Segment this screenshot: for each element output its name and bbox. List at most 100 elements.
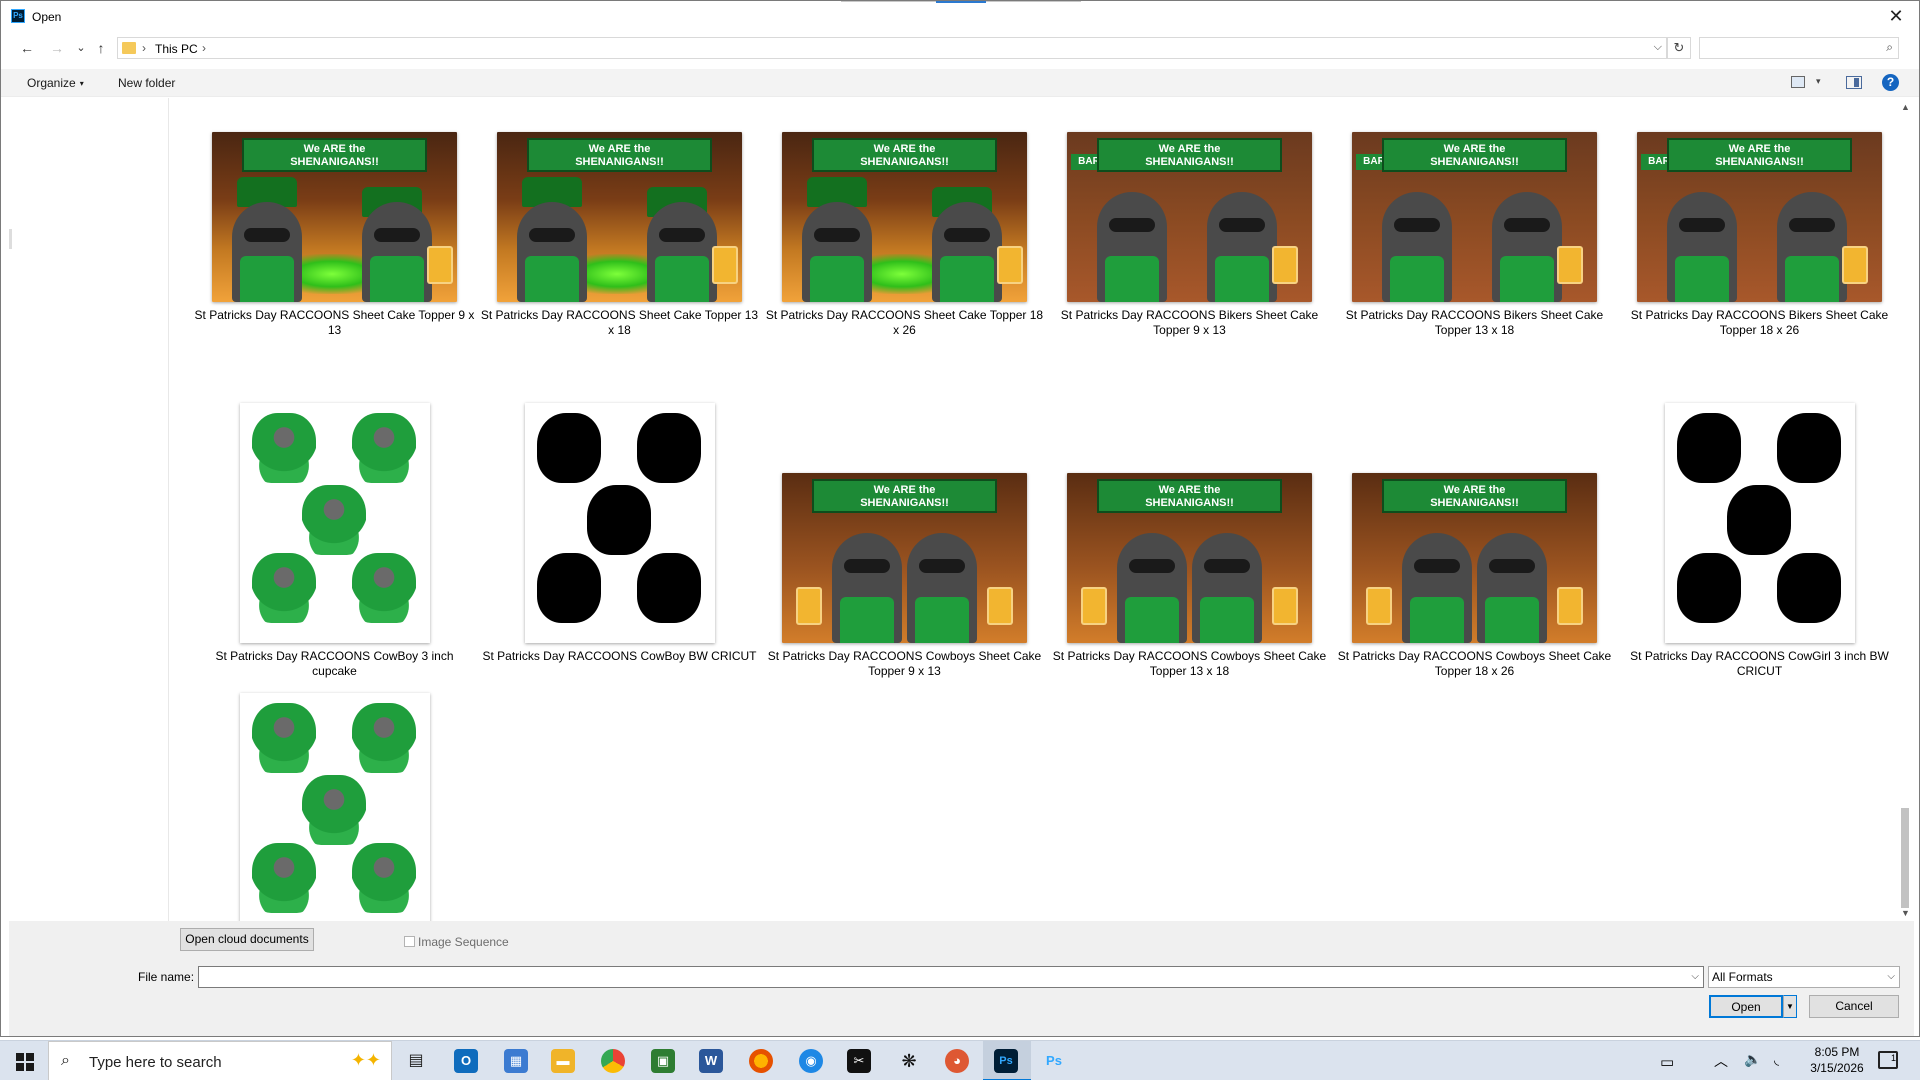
word-icon[interactable]: W bbox=[699, 1049, 723, 1073]
taskbar-search[interactable]: ⌕ Type here to search ✦✦ bbox=[48, 1041, 392, 1080]
volume-icon[interactable]: 🔈 bbox=[1744, 1051, 1761, 1080]
dialog-footer: Open cloud documents Image Sequence File… bbox=[9, 921, 1914, 1036]
file-thumbnail[interactable] bbox=[192, 693, 477, 921]
banner-line-1: We ARE the bbox=[1158, 143, 1221, 155]
search-icon[interactable]: ⌕ bbox=[1886, 40, 1893, 55]
search-box[interactable]: ⌕ bbox=[1699, 37, 1899, 59]
open-options-chevron-icon[interactable]: ▼ bbox=[1783, 995, 1797, 1018]
file-name-label[interactable]: St Patricks Day RACCOONS Bikers Sheet Ca… bbox=[1332, 308, 1617, 338]
file-thumbnail[interactable]: BAR We ARE the SHENANIGANS!! bbox=[1332, 116, 1617, 302]
duckduckgo-icon[interactable]: ◕ bbox=[945, 1049, 969, 1073]
scroll-down-icon[interactable]: ▼ bbox=[1901, 908, 1910, 918]
thumbnail-image: We ARE the SHENANIGANS!! bbox=[212, 132, 457, 302]
file-format-select[interactable]: All Formats ⌵ bbox=[1708, 966, 1900, 988]
file-thumbnail[interactable]: We ARE the SHENANIGANS!! bbox=[477, 116, 762, 302]
photoshop-secondary-icon[interactable]: Ps bbox=[1042, 1049, 1066, 1073]
file-explorer-icon[interactable]: ▬ bbox=[551, 1049, 575, 1073]
close-button[interactable]: ✕ bbox=[1873, 1, 1919, 31]
breadcrumb-chevron-icon[interactable]: › bbox=[202, 41, 206, 55]
firefox-icon[interactable] bbox=[749, 1049, 773, 1073]
news-widget-icon[interactable]: ▭ bbox=[1660, 1053, 1674, 1080]
help-button[interactable]: ? bbox=[1882, 74, 1899, 91]
chatgpt-icon[interactable]: ❋ bbox=[897, 1049, 921, 1073]
system-clock[interactable]: 8:05 PM 3/15/2026 bbox=[1792, 1044, 1882, 1076]
refresh-button[interactable]: ↻ bbox=[1667, 37, 1691, 59]
show-hidden-icons-chevron-icon[interactable]: ︿ bbox=[1714, 1051, 1728, 1080]
breadcrumb-separator-icon[interactable]: › bbox=[142, 41, 146, 55]
view-options-chevron-icon[interactable]: ▾ bbox=[1816, 76, 1821, 87]
file-name-label[interactable]: St Patricks Day RACCOONS Bikers Sheet Ca… bbox=[1047, 308, 1332, 338]
beer-mug bbox=[796, 587, 822, 625]
chrome-icon[interactable] bbox=[601, 1049, 625, 1073]
change-view-icon[interactable] bbox=[1791, 76, 1805, 88]
vertical-scrollbar[interactable]: ▲ ▼ bbox=[1897, 98, 1914, 921]
checkbox-box[interactable] bbox=[404, 936, 415, 947]
raccoon-sticker bbox=[251, 843, 316, 913]
outlook-icon[interactable]: O bbox=[454, 1049, 478, 1073]
thumbnail-image: BAR We ARE the SHENANIGANS!! bbox=[1352, 132, 1597, 302]
file-name-label[interactable]: St Patricks Day RACCOONS CowGirl 3 inch … bbox=[1617, 649, 1897, 679]
start-button[interactable] bbox=[0, 1041, 48, 1080]
file-name-dropdown-icon[interactable]: ⌵ bbox=[1691, 971, 1699, 982]
preview-pane-icon[interactable] bbox=[1846, 76, 1862, 89]
task-view-icon[interactable]: ▤ bbox=[404, 1049, 428, 1073]
scroll-up-icon[interactable]: ▲ bbox=[1901, 102, 1910, 112]
photoshop-icon[interactable]: Ps bbox=[994, 1049, 1018, 1073]
file-thumbnail[interactable] bbox=[1617, 403, 1897, 643]
copilot-sparkle-icon[interactable]: ✦✦ bbox=[351, 1050, 381, 1071]
thumbnail-image: BAR We ARE the SHENANIGANS!! bbox=[1637, 132, 1882, 302]
address-dropdown-icon[interactable]: ⌵ bbox=[1654, 41, 1662, 54]
file-name-label[interactable]: St Patricks Day RACCOONS Sheet Cake Topp… bbox=[192, 308, 477, 338]
file-thumbnail[interactable]: We ARE the SHENANIGANS!! bbox=[1047, 403, 1332, 643]
address-bar[interactable]: › This PC › ⌵ bbox=[117, 37, 1667, 59]
file-name-label[interactable]: St Patricks Day RACCOONS Sheet Cake Topp… bbox=[762, 308, 1047, 338]
file-name-label[interactable]: St Patricks Day RACCOONS Sheet Cake Topp… bbox=[477, 308, 762, 338]
file-thumbnail[interactable] bbox=[477, 403, 762, 643]
search-input[interactable] bbox=[1704, 38, 1874, 58]
file-thumbnail[interactable]: We ARE the SHENANIGANS!! bbox=[1332, 403, 1617, 643]
file-name-label[interactable]: St Patricks Day RACCOONS CowBoy BW CRICU… bbox=[477, 649, 762, 664]
file-name-label[interactable]: St Patricks Day RACCOONS Cowboys Sheet C… bbox=[762, 649, 1047, 679]
capcut-icon[interactable]: ✂ bbox=[847, 1049, 871, 1073]
wifi-icon[interactable]: ◟ bbox=[1774, 1052, 1779, 1080]
reader-app-icon[interactable]: ◉ bbox=[799, 1049, 823, 1073]
new-folder-button[interactable]: New folder bbox=[118, 76, 175, 90]
file-thumbnail[interactable]: We ARE the SHENANIGANS!! bbox=[762, 403, 1047, 643]
open-cloud-documents-button[interactable]: Open cloud documents bbox=[180, 928, 314, 951]
file-thumbnail[interactable] bbox=[192, 403, 477, 643]
raccoon-figure bbox=[1382, 192, 1452, 302]
file-thumbnail[interactable]: We ARE the SHENANIGANS!! bbox=[762, 116, 1047, 302]
banner-line-1: We ARE the bbox=[1443, 484, 1506, 496]
navigation-pane[interactable] bbox=[9, 98, 169, 921]
organize-button[interactable]: Organize ▾ bbox=[27, 76, 84, 90]
file-thumbnail[interactable]: BAR We ARE the SHENANIGANS!! bbox=[1617, 116, 1897, 302]
cancel-button[interactable]: Cancel bbox=[1809, 995, 1899, 1018]
file-name-label[interactable]: St Patricks Day RACCOONS Bikers Sheet Ca… bbox=[1617, 308, 1897, 338]
notification-icon[interactable]: 1 bbox=[1878, 1051, 1898, 1069]
thumbnail-image: We ARE the SHENANIGANS!! bbox=[782, 473, 1027, 643]
file-name-label[interactable]: St Patricks Day RACCOONS Cowboys Sheet C… bbox=[1047, 649, 1332, 679]
scrollbar-thumb[interactable] bbox=[1901, 808, 1909, 908]
file-name-label[interactable]: St Patricks Day RACCOONS Cowboys Sheet C… bbox=[1332, 649, 1617, 679]
calculator-icon[interactable]: ▦ bbox=[504, 1049, 528, 1073]
beer-mug bbox=[1366, 587, 1392, 625]
back-button[interactable]: ← bbox=[17, 38, 37, 58]
store-app-icon[interactable]: ▣ bbox=[651, 1049, 675, 1073]
raccoon-figure bbox=[932, 202, 1002, 302]
banner-line-2: SHENANIGANS!! bbox=[1145, 497, 1234, 509]
file-thumbnail[interactable]: We ARE the SHENANIGANS!! bbox=[192, 116, 477, 302]
file-name-field[interactable]: ⌵ bbox=[198, 966, 1704, 988]
navigation-pane-splitter[interactable] bbox=[9, 229, 12, 249]
forward-button[interactable]: → bbox=[47, 38, 67, 58]
up-button[interactable]: ↑ bbox=[91, 38, 111, 58]
file-name-label[interactable]: St Patricks Day RACCOONS CowBoy 3 inch c… bbox=[192, 649, 477, 679]
breadcrumb-this-pc[interactable]: This PC bbox=[155, 42, 198, 56]
image-sequence-checkbox[interactable]: Image Sequence bbox=[404, 935, 509, 949]
open-button[interactable]: Open bbox=[1709, 995, 1783, 1018]
recent-locations-button[interactable]: ⌄ bbox=[71, 38, 91, 58]
title-bar[interactable]: Ps Open ✕ bbox=[1, 1, 1919, 31]
beer-mug bbox=[1081, 587, 1107, 625]
file-format-dropdown-icon[interactable]: ⌵ bbox=[1887, 967, 1895, 987]
file-thumbnail[interactable]: BAR We ARE the SHENANIGANS!! bbox=[1047, 116, 1332, 302]
banner-line-1: We ARE the bbox=[873, 143, 936, 155]
